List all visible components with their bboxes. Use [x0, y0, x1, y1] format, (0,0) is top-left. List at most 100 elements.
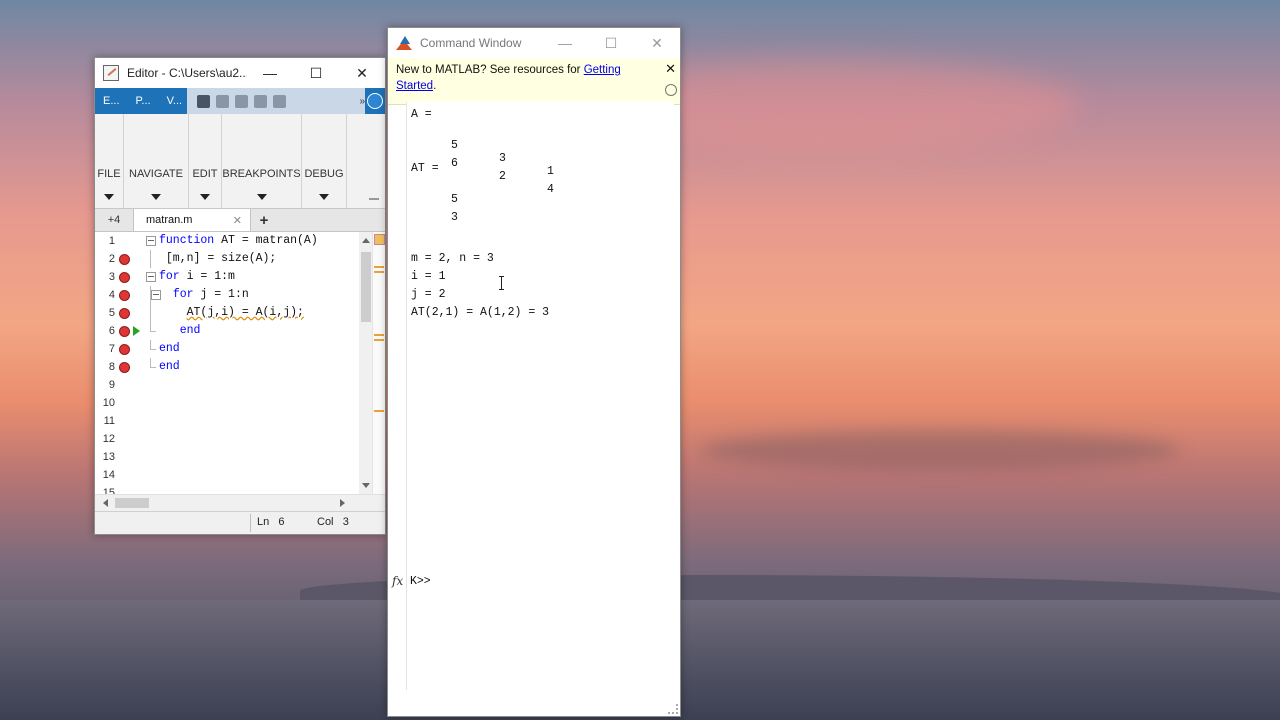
keyword: for — [172, 288, 194, 301]
editor-window[interactable]: Editor - C:\Users\au2... — ☐ ✕ E... P...… — [94, 57, 386, 535]
warning-marker[interactable] — [374, 410, 384, 412]
close-banner-icon[interactable]: ✕ — [665, 61, 676, 77]
ribbon-section-file[interactable]: FILE — [95, 114, 124, 208]
fold-icon[interactable] — [146, 272, 156, 282]
more-icon[interactable]: » — [359, 96, 365, 107]
minimize-icon: — — [558, 35, 572, 51]
fold-icon[interactable] — [146, 236, 156, 246]
collapse-ribbon-icon[interactable] — [369, 192, 379, 200]
warning-marker[interactable] — [374, 334, 384, 336]
tab-publish[interactable]: P... — [128, 88, 159, 114]
text-cursor-icon — [499, 276, 504, 290]
code-editor[interactable]: 1 2 3 4 5 6 7 8 9 10 11 12 13 14 15 func… — [95, 232, 385, 494]
ribbon-section-edit[interactable]: EDIT — [189, 114, 222, 208]
tab-view[interactable]: V... — [159, 88, 191, 114]
add-tab-button[interactable]: + — [251, 209, 277, 231]
code-text: j = 1:n — [193, 288, 249, 301]
ribbon-section-navigate[interactable]: NAVIGATE — [124, 114, 189, 208]
editor-statusbar: Ln 6 Col 3 — [95, 511, 385, 534]
getting-started-link[interactable]: Started — [396, 80, 433, 92]
maximize-button[interactable]: ☐ — [293, 58, 339, 88]
ribbon-section-debug[interactable]: DEBUG — [302, 114, 347, 208]
editor-titlebar[interactable]: Editor - C:\Users\au2... — ☐ ✕ — [95, 58, 385, 88]
minimize-button[interactable]: — — [247, 58, 293, 88]
copy-icon[interactable] — [235, 94, 248, 108]
code-line: function AT = matran(A) — [159, 232, 359, 250]
close-icon: ✕ — [651, 34, 663, 51]
code-lines[interactable]: function AT = matran(A) [m,n] = size(A);… — [159, 232, 359, 376]
tab-matran[interactable]: matran.m ✕ — [133, 209, 251, 231]
command-window-title: Command Window — [420, 36, 522, 50]
dropdown-arrow-icon — [200, 194, 210, 200]
breakpoint-icon[interactable] — [119, 290, 130, 301]
section-label: DEBUG — [304, 168, 344, 180]
scroll-thumb[interactable] — [361, 252, 371, 322]
command-output[interactable]: A = 5 3 1 6 2 4 AT = 5 3 m = 2, n = 3 i … — [406, 102, 674, 690]
banner-text: New to MATLAB? See resources for — [396, 64, 584, 76]
close-button[interactable]: ✕ — [339, 58, 385, 88]
ribbon-body: FILE NAVIGATE EDIT BREAKPOINTS DEBUG — [95, 114, 385, 209]
banner-options-icon[interactable] — [665, 84, 677, 96]
paste-icon[interactable] — [254, 94, 267, 108]
cut-icon[interactable] — [216, 94, 229, 108]
cursor-line-status: Ln 6 — [257, 516, 285, 528]
getting-started-link[interactable]: Getting — [584, 64, 621, 76]
code-text: AT = matran(A) — [214, 234, 318, 247]
warning-marker[interactable] — [374, 266, 384, 268]
output-line: AT(2,1) = A(1,2) = 3 — [411, 306, 550, 319]
more-tabs-button[interactable]: +4 — [95, 209, 133, 231]
save-icon[interactable] — [197, 94, 210, 108]
code-text: AT(j,i) = A(i,j); — [186, 306, 304, 319]
tab-editor[interactable]: E... — [95, 88, 128, 114]
dropdown-arrow-icon — [319, 194, 329, 200]
scroll-up-icon[interactable] — [362, 238, 370, 243]
ln-label: Ln — [257, 516, 270, 528]
warning-marker[interactable] — [374, 271, 384, 273]
code-line: [m,n] = size(A); — [159, 250, 359, 268]
scroll-right-icon[interactable] — [340, 499, 345, 507]
warning-marker[interactable] — [374, 339, 384, 341]
section-label: EDIT — [192, 168, 218, 180]
code-line: end — [159, 340, 359, 358]
scroll-left-icon[interactable] — [103, 499, 108, 507]
vertical-scrollbar[interactable] — [359, 232, 373, 494]
code-line: for i = 1:m — [159, 268, 359, 286]
function-browser-icon[interactable]: fx — [392, 574, 403, 588]
command-window[interactable]: Command Window — ☐ ✕ New to MATLAB? See … — [387, 27, 681, 717]
breakpoint-icon[interactable] — [119, 254, 130, 265]
dropdown-arrow-icon — [151, 194, 161, 200]
close-button[interactable]: ✕ — [634, 28, 680, 58]
line-number: 15 — [102, 487, 115, 494]
minimize-icon: — — [263, 65, 277, 81]
breakpoint-icon[interactable] — [119, 362, 130, 373]
command-window-titlebar[interactable]: Command Window — ☐ ✕ — [388, 28, 680, 58]
line-number: 11 — [103, 415, 115, 427]
resize-grip-icon[interactable] — [668, 704, 678, 714]
document-tabs: +4 matran.m ✕ + — [95, 209, 385, 232]
command-prompt[interactable]: K>> — [410, 575, 431, 588]
breakpoint-icon[interactable] — [119, 272, 130, 283]
output-line: i = 1 — [411, 270, 446, 283]
code-line: for j = 1:n — [159, 286, 359, 304]
output-line: m = 2, n = 3 — [411, 252, 494, 265]
breakpoint-icon[interactable] — [119, 308, 130, 319]
maximize-button[interactable]: ☐ — [588, 28, 634, 58]
tab-label: matran.m — [146, 214, 193, 226]
keyword: function — [159, 234, 215, 247]
section-label: NAVIGATE — [129, 168, 183, 180]
warning-status-icon[interactable] — [374, 234, 385, 245]
ribbon-section-breakpoints[interactable]: BREAKPOINTS — [222, 114, 302, 208]
scroll-thumb[interactable] — [115, 498, 149, 508]
minimize-button[interactable]: — — [542, 28, 588, 58]
scroll-down-icon[interactable] — [362, 483, 370, 488]
horizontal-scrollbar[interactable] — [95, 494, 385, 511]
breakpoint-column[interactable] — [119, 232, 140, 376]
close-tab-icon[interactable]: ✕ — [233, 214, 242, 227]
output-line: j = 2 — [411, 288, 446, 301]
line-number: 13 — [102, 451, 115, 463]
help-options-icon[interactable] — [367, 93, 383, 109]
breakpoint-icon[interactable] — [119, 326, 130, 337]
print-icon[interactable] — [273, 94, 286, 108]
keyword: end — [159, 360, 180, 373]
breakpoint-icon[interactable] — [119, 344, 130, 355]
